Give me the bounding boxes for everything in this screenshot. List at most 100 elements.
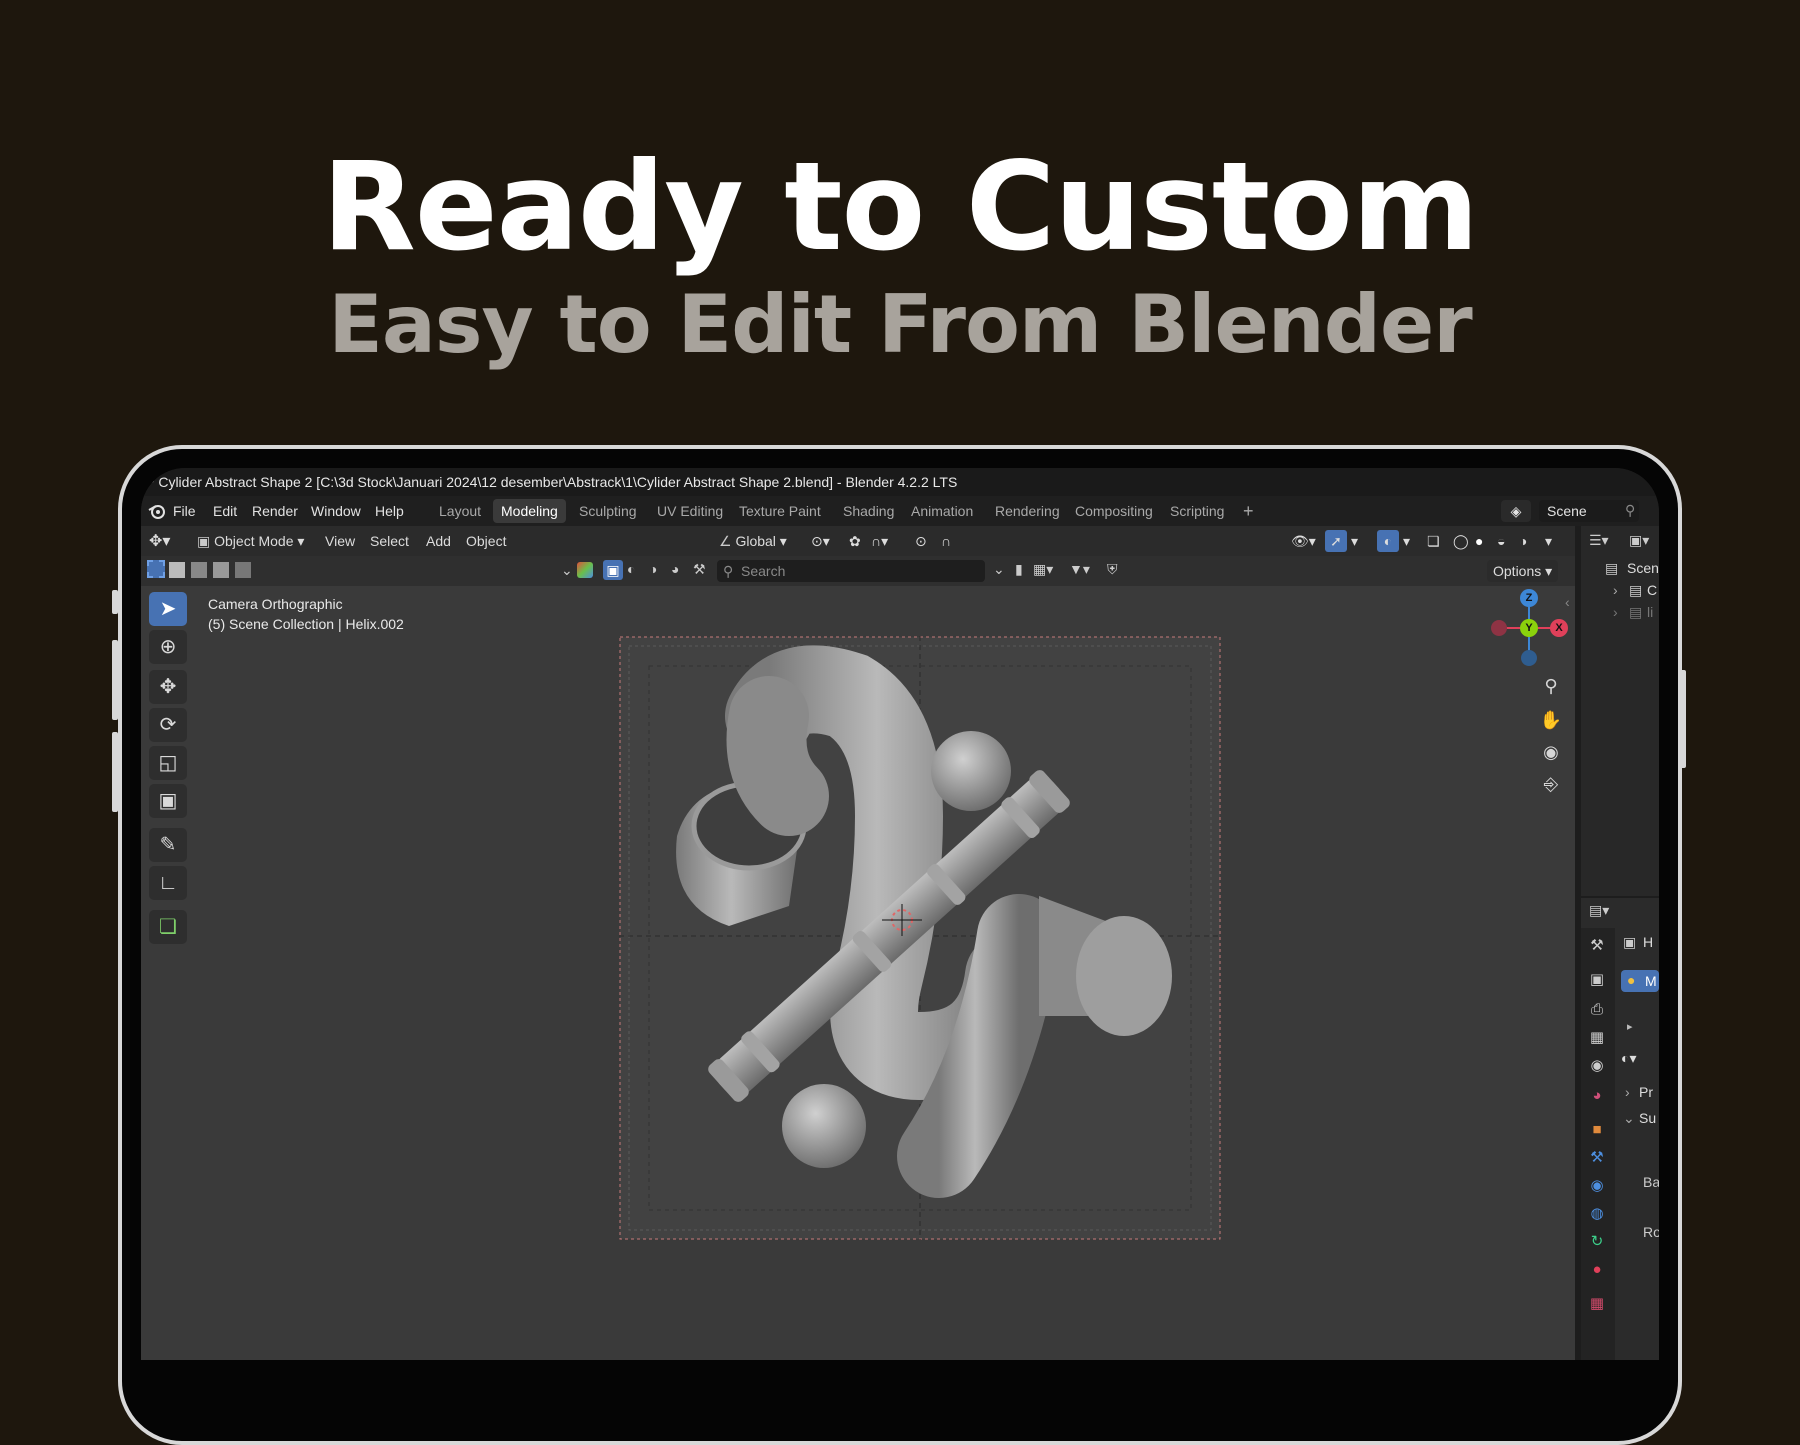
object-name-stub[interactable]: H [1643,934,1653,950]
light-filter-icon[interactable]: ◑ [649,561,657,577]
tab-uv-editing[interactable]: UV Editing [649,499,731,523]
transform-tool-icon[interactable]: ▣ [149,784,187,818]
material-browse-icon[interactable]: ◐▾ [1621,1050,1636,1067]
add-workspace-icon[interactable]: + [1235,499,1262,523]
menu-select[interactable]: Select [370,533,409,549]
snap-target-icon[interactable]: ∩▾ [871,533,888,550]
texture-properties-icon[interactable]: ▦ [1585,1292,1609,1316]
properties-editor-type-icon[interactable]: ▤▾ [1589,902,1609,919]
menu-render[interactable]: Render [252,503,298,519]
menu-file[interactable]: File [173,503,196,519]
visibility-icon[interactable]: 👁▾ [1291,533,1316,550]
play-triangle-icon[interactable]: ▸ [1627,1020,1633,1033]
solid-shading-icon[interactable]: ● [1475,533,1483,549]
view-layer-icon[interactable]: ▦ [1585,1026,1609,1050]
chevron-right-icon[interactable]: › [1625,1084,1630,1100]
menu-object[interactable]: Object [466,533,506,549]
outliner-row-1[interactable]: C [1647,582,1657,598]
particles-icon[interactable]: ◉ [1585,1174,1609,1198]
shading-dropdown-icon[interactable]: ▾ [1545,533,1552,550]
render-properties-icon[interactable]: ▣ [1585,968,1609,992]
menu-view[interactable]: View [325,533,355,549]
zoom-icon[interactable]: ⚲ [1537,672,1565,700]
options-dropdown[interactable]: Options ▾ [1487,560,1559,582]
wireframe-shading-icon[interactable]: ◯ [1453,533,1469,550]
chevron-down-icon[interactable]: ⌄ [1623,1110,1635,1127]
cursor-tool-icon[interactable]: ⊕ [149,630,187,664]
search-input[interactable]: ⚲ Search [717,560,985,582]
lock-icon[interactable]: ⎆ [1537,770,1565,798]
menu-edit[interactable]: Edit [213,503,237,519]
output-properties-icon[interactable]: ⎙ [1585,998,1609,1022]
select-box-extend-icon[interactable] [169,562,185,578]
physics-icon[interactable]: ◍ [1585,1202,1609,1226]
select-box-new-icon[interactable] [147,560,165,578]
proportional-edit-icon[interactable]: ⊙ [915,533,927,550]
gizmo-z-axis[interactable]: Z [1520,589,1538,607]
blender-logo-icon[interactable] [147,501,167,524]
pan-hand-icon[interactable]: ✋ [1537,706,1565,734]
overlay-toggle-icon[interactable]: ◐ [1377,530,1399,552]
world-filter-icon[interactable]: ◕ [671,561,679,577]
material-slot[interactable]: ● M [1621,970,1659,992]
rendered-shading-icon[interactable]: ◑ [1519,533,1527,549]
pivot-point-icon[interactable]: ⊙▾ [811,533,830,550]
camera-filter-icon[interactable]: ⚒ [693,561,706,578]
menu-help[interactable]: Help [375,503,404,519]
material-shading-icon[interactable]: ◒ [1497,533,1505,549]
modifier-properties-icon[interactable]: ⚒ [1585,1146,1609,1170]
chevron-down-icon[interactable]: ⌄ [561,562,573,579]
object-type-filter-icon[interactable] [577,562,593,578]
camera-view-icon[interactable]: ◉ [1537,738,1565,766]
gizmo-x-axis[interactable]: X [1550,619,1568,637]
tab-scripting[interactable]: Scripting [1162,499,1232,523]
overlay-dropdown-icon[interactable]: ▾ [1403,533,1410,550]
outliner-row-2[interactable]: li [1647,604,1653,620]
filter-toggle-icon[interactable]: ⌄ [993,561,1005,578]
chevron-right-icon[interactable]: › [1613,604,1618,620]
pin-icon[interactable]: ⚲ [1625,502,1635,519]
gizmo-dropdown-icon[interactable]: ▾ [1351,533,1358,550]
bookmark-icon[interactable]: ▮ [1015,561,1023,578]
tab-sculpting[interactable]: Sculpting [571,499,645,523]
sidebar-toggle-icon[interactable]: ‹ [1565,594,1570,610]
menu-window[interactable]: Window [311,503,361,519]
scene-selector-icon[interactable]: ◈ [1501,500,1531,522]
scale-tool-icon[interactable]: ◱ [149,746,187,780]
panel-surface-label[interactable]: Su [1639,1110,1656,1126]
world-properties-icon[interactable]: ◕ [1585,1084,1609,1108]
tab-compositing[interactable]: Compositing [1067,499,1161,523]
object-properties-icon[interactable]: ■ [1585,1118,1609,1142]
outliner-display-icon[interactable]: ☰▾ [1589,532,1609,549]
visible-objects-icon[interactable]: ▣ [603,560,623,580]
measure-tool-icon[interactable]: ∟ [149,866,187,900]
funnel-icon[interactable]: ▼▾ [1069,561,1090,578]
menu-add[interactable]: Add [426,533,451,549]
transform-orientation-dropdown[interactable]: ∠ Global ▾ [719,530,803,552]
select-box-subtract-icon[interactable] [191,562,207,578]
tab-animation[interactable]: Animation [903,499,981,523]
xray-icon[interactable]: ❏ [1427,533,1440,550]
chevron-right-icon[interactable]: › [1613,582,1618,598]
select-box-intersect-icon[interactable] [235,562,251,578]
shield-icon[interactable]: ⛨ [1107,561,1118,578]
snap-icon[interactable]: ✿ [849,533,861,550]
move-tool-icon[interactable]: ✥ [149,670,187,704]
mesh-filter-icon[interactable]: ◐ [627,561,635,577]
gizmo-toggle-icon[interactable]: ➚ [1325,530,1347,552]
select-tool-icon[interactable]: ➤ [149,592,187,626]
tab-texture-paint[interactable]: Texture Paint [731,499,829,523]
material-properties-icon[interactable]: ● [1585,1258,1609,1282]
select-box-invert-icon[interactable] [213,562,229,578]
annotate-tool-icon[interactable]: ✎ [149,828,187,862]
outliner-scene-label[interactable]: Scen [1627,560,1659,576]
editor-type-icon[interactable]: ✥▾ [149,531,170,551]
tab-layout[interactable]: Layout [431,499,489,523]
tab-rendering[interactable]: Rendering [987,499,1068,523]
outliner-filter-icon[interactable]: ▣▾ [1629,532,1649,549]
panel-preview-label[interactable]: Pr [1639,1084,1653,1100]
hierarchy-icon[interactable]: ▦▾ [1033,561,1053,578]
add-cube-tool-icon[interactable]: ❏ [149,910,187,944]
gizmo-y-axis[interactable]: Y [1520,619,1538,637]
scene-properties-icon[interactable]: ◉ [1585,1054,1609,1078]
